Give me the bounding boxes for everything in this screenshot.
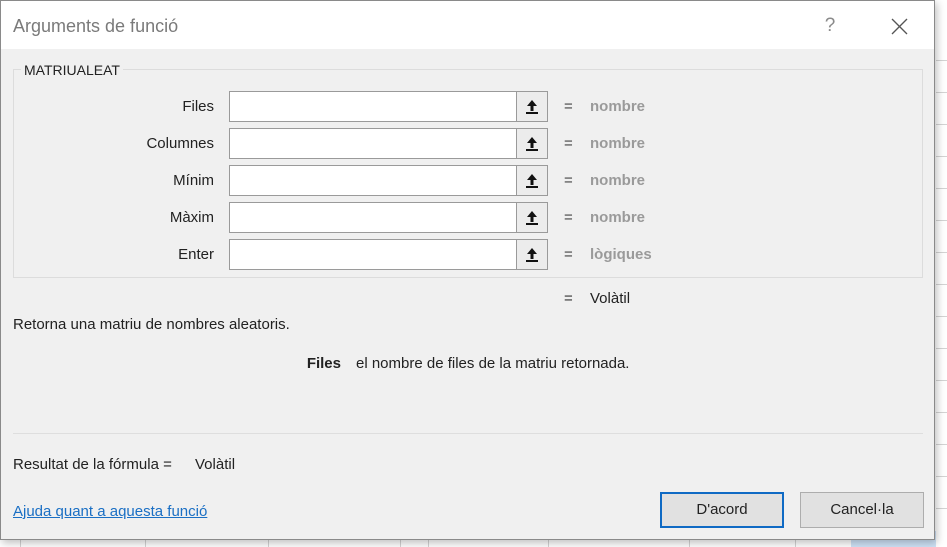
- arg-label-columnes: Columnes: [146, 135, 214, 152]
- equals-sign: =: [564, 98, 573, 115]
- arg-input-enter[interactable]: [229, 239, 517, 270]
- function-arguments-dialog: Arguments de funció ? MATRIUALEAT Files …: [0, 0, 935, 540]
- grid-line: [936, 316, 947, 317]
- grid-line: [936, 348, 947, 349]
- dialog-title: Arguments de funció: [13, 16, 179, 36]
- formula-result-label: Resultat de la fórmula =: [13, 456, 172, 473]
- arg-input-columnes[interactable]: [229, 128, 517, 159]
- grid-line: [936, 60, 947, 61]
- equals-sign: =: [564, 246, 573, 263]
- ok-button[interactable]: D'acord: [660, 492, 784, 528]
- upload-arrow-icon: [526, 174, 538, 188]
- grid-line: [936, 508, 947, 509]
- arg-input-maxim[interactable]: [229, 202, 517, 233]
- grid-line: [936, 92, 947, 93]
- arg-input-files[interactable]: [229, 91, 517, 122]
- upload-arrow-icon: [526, 100, 538, 114]
- equals-sign: =: [564, 172, 573, 189]
- collapse-dialog-button-maxim[interactable]: [516, 202, 548, 233]
- grid-line: [936, 412, 947, 413]
- arg-label-files: Files: [182, 98, 214, 115]
- grid-line: [936, 124, 947, 125]
- title-bar[interactable]: Arguments de funció ?: [1, 1, 934, 49]
- function-name: MATRIUALEAT: [21, 62, 123, 78]
- upload-arrow-icon: [526, 211, 538, 225]
- close-button[interactable]: [881, 11, 917, 41]
- arg-type-minim: nombre: [590, 172, 646, 189]
- arg-type-files: nombre: [590, 98, 646, 115]
- arg-type-columnes: nombre: [590, 135, 646, 152]
- grid-line: [936, 156, 947, 157]
- result-equals-sign: =: [564, 290, 573, 307]
- arg-help-name: Files: [306, 355, 341, 372]
- cancel-button[interactable]: Cancel·la: [800, 492, 924, 528]
- grid-line: [936, 220, 947, 221]
- grid-line: [936, 380, 947, 381]
- grid-line: [936, 444, 947, 445]
- grid-line: [936, 284, 947, 285]
- grid-line: [936, 252, 947, 253]
- arg-type-enter: lògiques: [590, 246, 652, 263]
- help-button[interactable]: ?: [815, 11, 845, 41]
- collapse-dialog-button-minim[interactable]: [516, 165, 548, 196]
- arg-label-maxim: Màxim: [169, 209, 214, 226]
- collapse-dialog-button-enter[interactable]: [516, 239, 548, 270]
- arg-label-minim: Mínim: [173, 172, 214, 189]
- function-help-link[interactable]: Ajuda quant a aquesta funció: [13, 503, 207, 520]
- arg-label-enter: Enter: [178, 246, 214, 263]
- equals-sign: =: [564, 135, 573, 152]
- upload-arrow-icon: [526, 137, 538, 151]
- spreadsheet-edge: [936, 0, 947, 547]
- equals-sign: =: [564, 209, 573, 226]
- collapse-dialog-button-files[interactable]: [516, 91, 548, 122]
- function-description: Retorna una matriu de nombres aleatoris.: [13, 316, 290, 333]
- arg-input-minim[interactable]: [229, 165, 517, 196]
- close-icon: [891, 18, 908, 35]
- grid-line: [936, 188, 947, 189]
- collapse-dialog-button-columnes[interactable]: [516, 128, 548, 159]
- formula-result-value: Volàtil: [195, 456, 236, 473]
- upload-arrow-icon: [526, 248, 538, 262]
- arg-help-text: el nombre de files de la matriu retornad…: [356, 355, 630, 372]
- arg-type-maxim: nombre: [590, 209, 646, 226]
- separator: [13, 433, 923, 434]
- grid-line: [936, 476, 947, 477]
- function-result-value: Volàtil: [590, 290, 631, 307]
